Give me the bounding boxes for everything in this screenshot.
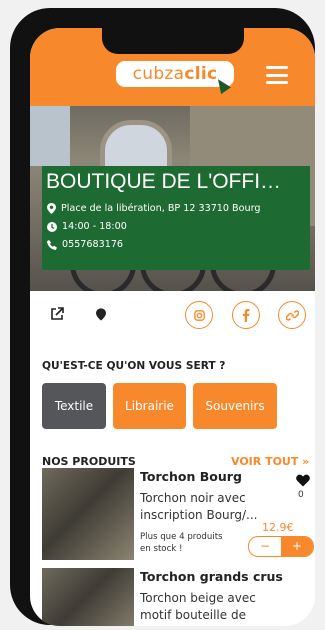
favorite-count: 0 [298,490,304,500]
phone-notch [102,28,244,54]
phone-icon [47,239,57,250]
product-image[interactable] [42,568,134,626]
location-pin-icon [47,203,56,214]
heart-icon[interactable] [296,473,310,487]
shop-actions-row [30,300,315,330]
facebook-icon[interactable] [232,301,260,329]
see-all-link[interactable]: VOIR TOUT » [231,455,309,468]
tag-librairie[interactable]: Librairie [113,383,186,429]
instagram-icon[interactable] [185,301,213,329]
shop-title: BOUTIQUE DE L'OFFI… [46,170,282,193]
stock-line: en stock ! [140,544,183,554]
product-description-line: Torchon beige avec [140,591,256,605]
product-name[interactable]: Torchon grands crus [140,569,283,584]
logo-text-part1: cubza [132,64,185,84]
product-stock-note: Plus que 4 produits en stock ! [140,531,223,555]
tag-textile[interactable]: Textile [42,383,106,429]
decrease-quantity-button[interactable]: − [249,537,281,556]
phone-frame: cubza clic BOUTIQUE DE L'OFFI… Place de l… [10,8,315,626]
shop-address: Place de la libération, BP 12 33710 Bour… [61,203,261,214]
app-screen: cubza clic BOUTIQUE DE L'OFFI… Place de l… [30,28,315,626]
external-link-icon[interactable] [48,305,66,323]
product-name[interactable]: Torchon Bourg [140,469,242,484]
product-description-line: Torchon noir avec [140,491,246,505]
hamburger-menu-icon[interactable] [266,66,288,84]
services-heading: QU'EST-CE QU'ON VOUS SERT ? [42,360,226,372]
shop-address-row: Place de la libération, BP 12 33710 Bour… [47,203,260,214]
hero-sky [30,106,70,166]
shop-phone[interactable]: 0557683176 [62,239,123,250]
shop-hero-image: BOUTIQUE DE L'OFFI… Place de la libérati… [30,106,315,291]
quantity-stepper: − + [248,536,314,557]
map-pin-icon[interactable] [92,305,110,323]
product-description-line: motif bouteille de vin... [140,608,246,626]
products-heading: NOS PRODUITS [42,455,136,468]
shop-hours-row: 14:00 - 18:00 [47,221,127,232]
link-icon[interactable] [278,301,306,329]
product-image[interactable] [42,468,134,560]
product-price: 12.9€ [262,521,294,534]
increase-quantity-button[interactable]: + [281,537,313,556]
logo-text-part2: clic [184,64,218,84]
stock-line: Plus que 4 produits [140,532,223,542]
clock-icon [47,221,57,232]
tag-souvenirs[interactable]: Souvenirs [193,383,277,429]
product-description: Torchon beige avec motif bouteille de vi… [140,590,270,626]
product-description: Torchon noir avec inscription Bourg/... [140,490,270,524]
shop-phone-row: 0557683176 [47,239,123,250]
shop-hours: 14:00 - 18:00 [62,221,127,232]
product-description-line: inscription Bourg/... [140,508,258,522]
